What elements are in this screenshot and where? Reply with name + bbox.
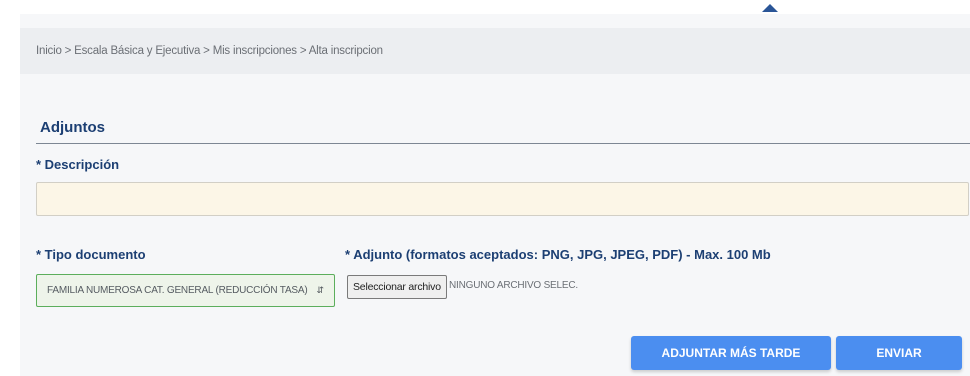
- tipo-documento-label: * Tipo documento: [36, 247, 146, 262]
- tipo-documento-selected-value: FAMILIA NUMEROSA CAT. GENERAL (REDUCCIÓN…: [47, 285, 308, 296]
- file-status-text: NINGUNO ARCHIVO SELEC.: [449, 280, 578, 291]
- main-content: Inicio > Escala Básica y Ejecutiva > Mis…: [20, 14, 970, 376]
- attach-later-button[interactable]: ADJUNTAR MÁS TARDE: [631, 336, 831, 370]
- breadcrumb-bar: Inicio > Escala Básica y Ejecutiva > Mis…: [20, 28, 970, 74]
- adjunto-label: * Adjunto (formatos aceptados: PNG, JPG,…: [345, 247, 771, 262]
- section-title: Adjuntos: [40, 119, 105, 136]
- select-arrows-icon: ⇵: [316, 285, 324, 295]
- send-button[interactable]: ENVIAR: [836, 336, 962, 370]
- caret-up-icon: [762, 4, 778, 12]
- descripcion-label: * Descripción: [36, 157, 120, 172]
- section-divider: [36, 143, 970, 144]
- select-file-button[interactable]: Seleccionar archivo: [347, 275, 447, 299]
- tipo-documento-select[interactable]: FAMILIA NUMEROSA CAT. GENERAL (REDUCCIÓN…: [36, 274, 335, 307]
- page: Inicio > Escala Básica y Ejecutiva > Mis…: [0, 0, 970, 376]
- descripcion-input[interactable]: [36, 182, 969, 216]
- breadcrumb[interactable]: Inicio > Escala Básica y Ejecutiva > Mis…: [36, 45, 383, 57]
